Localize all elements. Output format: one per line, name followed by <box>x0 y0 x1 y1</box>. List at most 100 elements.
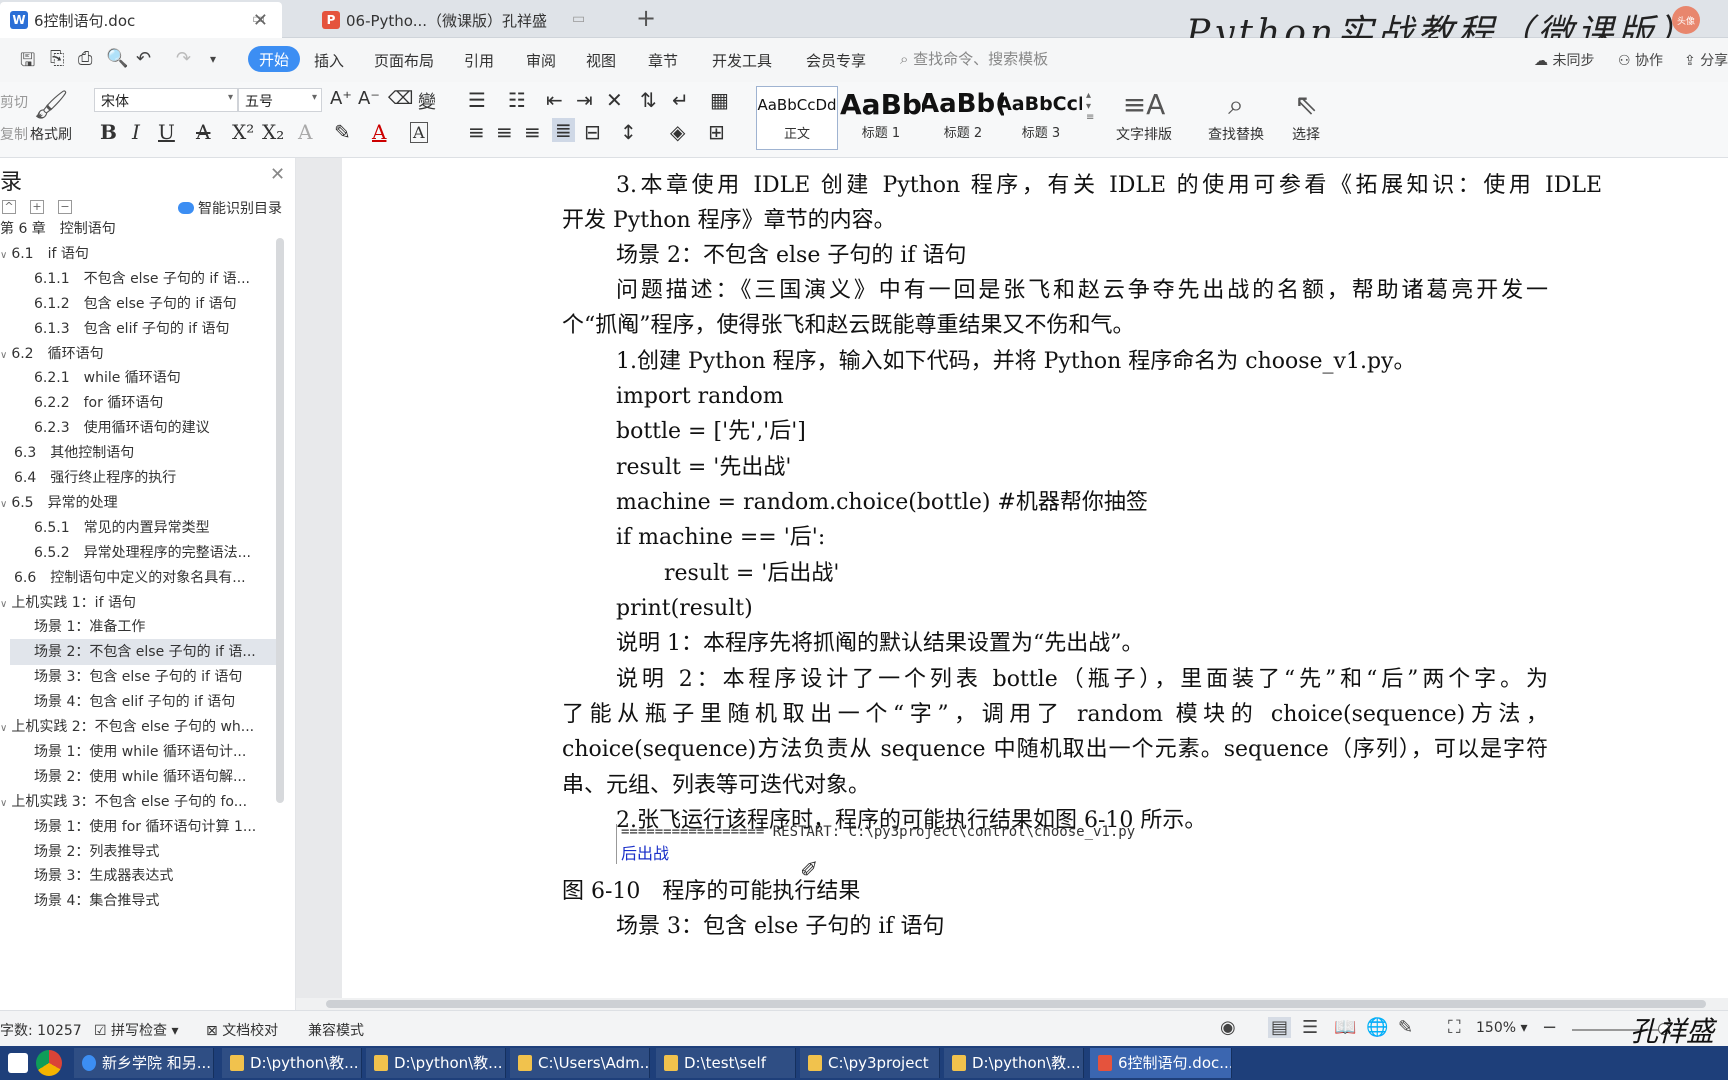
sort-icon[interactable]: ⇅ <box>640 88 657 112</box>
menu-review[interactable]: 审阅 <box>526 50 556 71</box>
show-marks-icon[interactable]: ↵ <box>672 88 689 112</box>
sync-button[interactable]: ☁ 未同步 <box>1534 50 1594 70</box>
eye-protect-icon[interactable]: ◉ <box>1220 1017 1236 1038</box>
font-color-icon[interactable]: A <box>372 120 386 144</box>
chevron-down-icon[interactable]: ∨ <box>0 499 7 510</box>
chevron-down-icon[interactable]: ∨ <box>0 723 7 734</box>
underline-icon[interactable]: U <box>158 120 175 144</box>
collaborate-button[interactable]: ⚇ 协作 <box>1618 50 1663 70</box>
taskbar-item[interactable]: 新乡学院 和另... <box>74 1048 214 1078</box>
chevron-down-icon[interactable]: ∨ <box>0 250 7 261</box>
taskbar-item[interactable]: 6控制语句.doc... <box>1090 1048 1232 1078</box>
menu-member[interactable]: 会员专享 <box>806 50 866 71</box>
shading-icon[interactable]: ◈ <box>670 120 685 144</box>
italic-icon[interactable]: I <box>132 120 140 144</box>
toc-item[interactable]: 6.1.3 包含 elif 子句的 if 语句 <box>0 316 270 342</box>
style-heading-2[interactable]: AaBb( 标题 2 <box>922 86 1004 150</box>
fit-page-icon[interactable]: ⛶ <box>1448 1017 1461 1038</box>
menu-chapter[interactable]: 章节 <box>648 50 678 71</box>
font-size-select[interactable]: 五号 ▾ <box>238 88 322 112</box>
outline-view-icon[interactable]: ☰ <box>1302 1017 1318 1038</box>
toc-item[interactable]: 场景 3：包含 else 子句的 if 语句 <box>0 664 270 690</box>
print-preview-icon[interactable]: 🔍 <box>106 48 128 69</box>
collapse-all-icon[interactable]: ^ <box>2 200 16 214</box>
close-tab-icon[interactable]: ✕ <box>253 10 268 31</box>
bold-icon[interactable]: B <box>100 120 117 144</box>
style-normal[interactable]: AaBbCcDd 正文 <box>756 86 838 150</box>
toc-item[interactable]: 6.2.3 使用循环语句的建议 <box>0 415 270 441</box>
char-border-icon[interactable]: A <box>410 122 428 143</box>
save-icon[interactable]: 🖫 <box>20 48 35 78</box>
tab-document[interactable]: W 6控制语句.doc ▭ ✕ <box>0 2 282 38</box>
toc-item[interactable]: 6.5.2 异常处理程序的完整语法... <box>0 540 270 566</box>
reading-view-icon[interactable]: 📖 <box>1334 1017 1356 1038</box>
toc-item[interactable]: ∨ 上机实践 2：不包含 else 子句的 wh... <box>0 714 270 740</box>
remove-heading-icon[interactable]: − <box>58 200 72 214</box>
superscript-icon[interactable]: X² <box>232 120 254 144</box>
font-name-select[interactable]: 宋体 ▾ <box>94 88 238 112</box>
scroll-thumb[interactable] <box>326 1000 1706 1008</box>
copy-button[interactable]: 复制 <box>0 124 28 144</box>
toc-item[interactable]: ∨ 6.2 循环语句 <box>0 341 270 367</box>
taskbar-item[interactable]: D:\python\教... <box>366 1048 506 1078</box>
taskbar-item[interactable]: C:\py3project <box>800 1048 940 1078</box>
align-right-icon[interactable]: ≡ <box>524 120 541 144</box>
horizontal-scrollbar[interactable] <box>296 998 1728 1010</box>
web-view-icon[interactable]: 🌐 <box>1366 1017 1388 1038</box>
smart-toc-button[interactable]: 智能识别目录 <box>178 198 282 218</box>
write-mode-icon[interactable]: ✎ <box>1398 1017 1413 1038</box>
toc-item[interactable]: 场景 1：使用 for 循环语句计算 1... <box>0 814 270 840</box>
taskbar-item[interactable]: D:\python\教... <box>944 1048 1084 1078</box>
toc-item[interactable]: 6.2.1 while 循环语句 <box>0 365 270 391</box>
toc-item[interactable]: 场景 1：使用 while 循环语句计... <box>0 739 270 765</box>
toc-item[interactable]: 场景 3：生成器表达式 <box>0 863 270 889</box>
phonetic-icon[interactable]: 變 <box>418 88 436 114</box>
justify-icon[interactable]: ≣ <box>552 118 575 142</box>
style-heading-3[interactable]: AaBbCcI 标题 3 <box>1000 86 1082 150</box>
clear-format-icon[interactable]: ⌫ <box>388 88 413 109</box>
toc-item[interactable]: 6.4 强行终止程序的执行 <box>0 465 270 491</box>
subscript-icon[interactable]: X₂ <box>262 120 284 144</box>
menu-view[interactable]: 视图 <box>586 50 616 71</box>
cut-button[interactable]: 剪切 <box>0 92 28 112</box>
align-left-icon[interactable]: ≡ <box>468 120 485 144</box>
chrome-icon[interactable] <box>36 1050 62 1076</box>
border-icon[interactable]: ⊞ <box>708 120 725 144</box>
tab-pdf[interactable]: P 06-Pytho...（微课版）孔祥盛 ▭ <box>312 2 612 38</box>
styles-more-icon[interactable]: ▴ ▾ ≡ <box>1086 90 1094 123</box>
toc-item[interactable]: 6.2.2 for 循环语句 <box>0 390 270 416</box>
chevron-down-icon[interactable]: ∨ <box>0 350 7 361</box>
grow-font-icon[interactable]: A⁺ <box>330 88 352 109</box>
export-pdf-icon[interactable]: ⎘ <box>50 48 64 69</box>
toc-item[interactable]: 场景 1：准备工作 <box>0 614 270 640</box>
chevron-down-icon[interactable]: ▾ <box>210 52 216 66</box>
toc-item[interactable]: 场景 2：使用 while 循环语句解... <box>0 764 270 790</box>
toc-item[interactable]: 场景 4：集合推导式 <box>0 888 270 914</box>
undo-icon[interactable]: ↶ <box>136 48 151 69</box>
find-replace-button[interactable]: ⌕ 查找替换 <box>1208 86 1264 144</box>
share-button[interactable]: ⇪ 分享 <box>1684 50 1728 70</box>
new-tab-button[interactable]: + <box>636 4 656 32</box>
table-icon[interactable]: ▦ <box>710 88 729 112</box>
format-painter-button[interactable]: 🖌 格式刷 <box>30 86 72 144</box>
chevron-down-icon[interactable]: ∨ <box>0 798 7 809</box>
toc-item[interactable]: ∨ 6.1 if 语句 <box>0 241 270 267</box>
line-spacing-icon[interactable]: ↕ <box>620 120 637 144</box>
command-search[interactable]: ⌕ 查找命令、搜索模板 <box>900 48 1048 69</box>
chevron-down-icon[interactable]: ∨ <box>0 599 7 610</box>
toc-item[interactable]: 6.3 其他控制语句 <box>0 440 270 466</box>
start-menu-icon[interactable] <box>8 1053 28 1073</box>
sidebar-scrollbar[interactable] <box>276 238 284 803</box>
chinese-layout-icon[interactable]: ✕ <box>606 88 623 112</box>
spell-check-button[interactable]: ☑ 拼写检查 ▾ <box>94 1020 179 1040</box>
word-count[interactable]: 字数: 10257 <box>0 1020 82 1040</box>
taskbar-item[interactable]: C:\Users\Adm... <box>510 1048 650 1078</box>
toc-item[interactable]: 6.6 控制语句中定义的对象名具有... <box>0 565 270 591</box>
bullet-list-icon[interactable]: ☰ <box>468 88 486 112</box>
increase-indent-icon[interactable]: ⇥ <box>576 88 593 112</box>
print-icon[interactable]: ⎙ <box>78 48 92 69</box>
toc-item[interactable]: 场景 2：列表推导式 <box>0 839 270 865</box>
align-center-icon[interactable]: ≡ <box>496 120 513 144</box>
shrink-font-icon[interactable]: A⁻ <box>358 88 380 109</box>
highlight-icon[interactable]: ✎ <box>334 120 351 144</box>
